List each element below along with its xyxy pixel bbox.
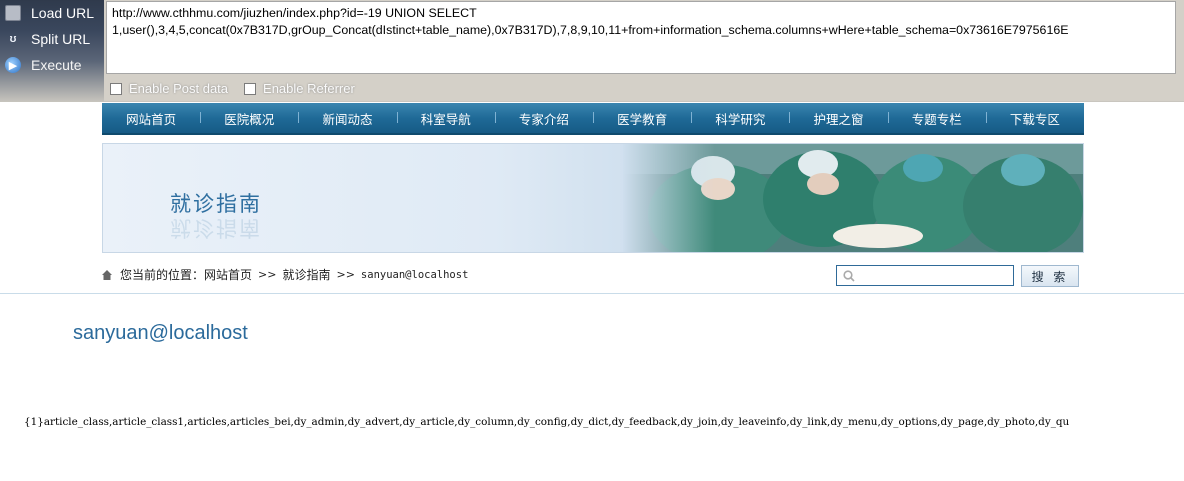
- load-url-button[interactable]: Load URL: [0, 1, 102, 25]
- breadcrumb-home-link[interactable]: 网站首页: [204, 266, 252, 283]
- hackbar-options: Enable Post data Enable Referrer: [110, 81, 355, 96]
- enable-post-label: Enable Post data: [129, 81, 229, 96]
- main-nav: 网站首页 医院概况 新闻动态 科室导航 专家介绍 医学教育 科学研究 护理之窗 …: [102, 103, 1084, 135]
- nav-item-departments[interactable]: 科室导航: [396, 109, 495, 128]
- enable-post-checkbox[interactable]: Enable Post data: [110, 81, 228, 96]
- execute-icon: ▶: [5, 57, 21, 73]
- execute-button[interactable]: ▶ Execute: [0, 53, 102, 77]
- divider: [0, 293, 1184, 294]
- breadcrumb-prefix: 您当前的位置：: [120, 268, 205, 282]
- hackbar-panel: Load URL ʊ Split URL ▶ Execute http://ww…: [0, 0, 1184, 102]
- load-url-icon: [5, 5, 21, 21]
- nav-item-experts[interactable]: 专家介绍: [494, 109, 593, 128]
- breadcrumb-separator: >>: [336, 268, 355, 281]
- execute-label: Execute: [31, 57, 82, 73]
- nav-item-nursing[interactable]: 护理之窗: [789, 109, 887, 128]
- nav-item-special[interactable]: 专题专栏: [887, 109, 986, 128]
- hackbar-sidebar: Load URL ʊ Split URL ▶ Execute: [0, 0, 104, 102]
- home-icon: [102, 269, 112, 280]
- load-url-label: Load URL: [31, 5, 95, 21]
- search-box: [836, 265, 1014, 286]
- split-url-icon: ʊ: [9, 33, 17, 45]
- enable-referrer-checkbox[interactable]: Enable Referrer: [244, 81, 355, 96]
- content-body: {1}article_class,article_class1,articles…: [24, 416, 1070, 428]
- breadcrumb-section-link[interactable]: 就诊指南: [282, 266, 330, 283]
- breadcrumb: 您当前的位置： 网站首页 >> 就诊指南 >> sanyuan@localhos…: [102, 266, 468, 283]
- nav-item-news[interactable]: 新闻动态: [298, 109, 396, 128]
- content-title: sanyuan@localhost: [73, 322, 248, 344]
- search-button[interactable]: 搜 索: [1021, 265, 1079, 287]
- breadcrumb-separator: >>: [258, 268, 277, 281]
- url-textarea[interactable]: http://www.cthhmu.com/jiuzhen/index.php?…: [106, 1, 1176, 74]
- search-input[interactable]: [859, 266, 1009, 285]
- nav-item-overview[interactable]: 医院概况: [200, 109, 298, 128]
- nav-item-downloads[interactable]: 下载专区: [985, 109, 1084, 128]
- page-banner: 就诊指南 就诊指南: [102, 143, 1084, 253]
- split-url-button[interactable]: ʊ Split URL: [0, 27, 102, 51]
- nav-item-education[interactable]: 医学教育: [593, 109, 691, 128]
- checkbox-box[interactable]: [244, 82, 257, 95]
- nav-item-research[interactable]: 科学研究: [691, 109, 789, 128]
- surgery-photo: [623, 144, 1083, 252]
- split-url-label: Split URL: [31, 31, 91, 47]
- checkbox-box[interactable]: [110, 82, 122, 95]
- breadcrumb-current: sanyuan@localhost: [360, 268, 469, 281]
- banner-title-reflection: 就诊指南: [170, 216, 262, 240]
- nav-item-home[interactable]: 网站首页: [102, 109, 200, 128]
- enable-referrer-label: Enable Referrer: [263, 81, 355, 96]
- search-icon: [843, 269, 855, 282]
